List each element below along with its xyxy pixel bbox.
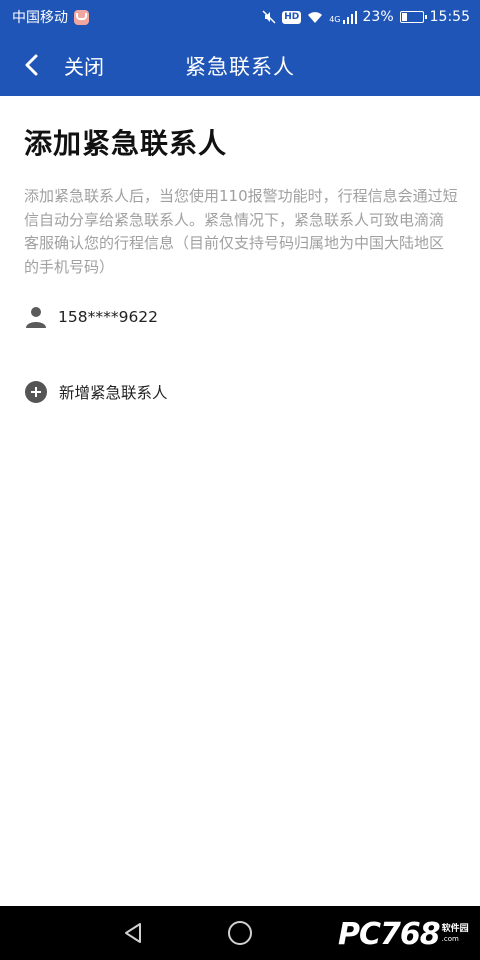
contact-phone: 158****9622 (58, 308, 159, 326)
status-time: 15:55 (429, 9, 470, 25)
triangle-back-icon[interactable] (122, 922, 144, 944)
status-bar: 中国移动 HD 4G 23% 15:55 (0, 0, 480, 34)
watermark-small-top: 软件园 (441, 924, 469, 934)
mute-icon (262, 10, 276, 24)
contact-item[interactable]: 158****9622 (24, 300, 158, 334)
content-area: 添加紧急联系人 添加紧急联系人后，当您使用110报警功能时，行程信息会通过短信自… (24, 96, 458, 279)
signal-icon (342, 10, 357, 24)
carrier-name: 中国移动 (12, 10, 68, 26)
add-contact-button[interactable]: 新增紧急联系人 (24, 375, 168, 409)
plus-circle-icon[interactable] (25, 381, 47, 403)
watermark-small-bottom: .com (441, 935, 459, 943)
watermark-side: 软件园 .com (442, 924, 469, 944)
status-right: HD 4G 23% 15:55 (262, 9, 470, 25)
home-circle-icon[interactable] (228, 921, 252, 945)
description-text: 添加紧急联系人后，当您使用110报警功能时，行程信息会通过短信自动分享给紧急联系… (24, 187, 458, 276)
battery-icon (399, 11, 427, 23)
watermark-logo: PC768 软件园 .com (338, 916, 469, 952)
carrier-badge-icon (74, 9, 89, 25)
page-title: 添加紧急联系人 (24, 127, 228, 160)
system-nav-bar: PC768 软件园 .com (0, 906, 480, 960)
close-label[interactable]: 关闭 (64, 51, 104, 80)
nav-bar: 紧急联系人 关闭 (0, 34, 480, 96)
battery-percent: 23% (362, 9, 394, 25)
status-left: 中国移动 (12, 7, 89, 27)
network-type: 4G (329, 15, 341, 24)
close-button[interactable]: 关闭 (14, 48, 114, 82)
add-contact-label[interactable]: 新增紧急联系人 (59, 381, 168, 403)
watermark-text: PC768 (338, 916, 441, 952)
hd-icon: HD (282, 10, 302, 24)
person-icon (26, 307, 46, 328)
wifi-icon (308, 11, 323, 23)
chevron-left-icon[interactable] (14, 48, 48, 82)
